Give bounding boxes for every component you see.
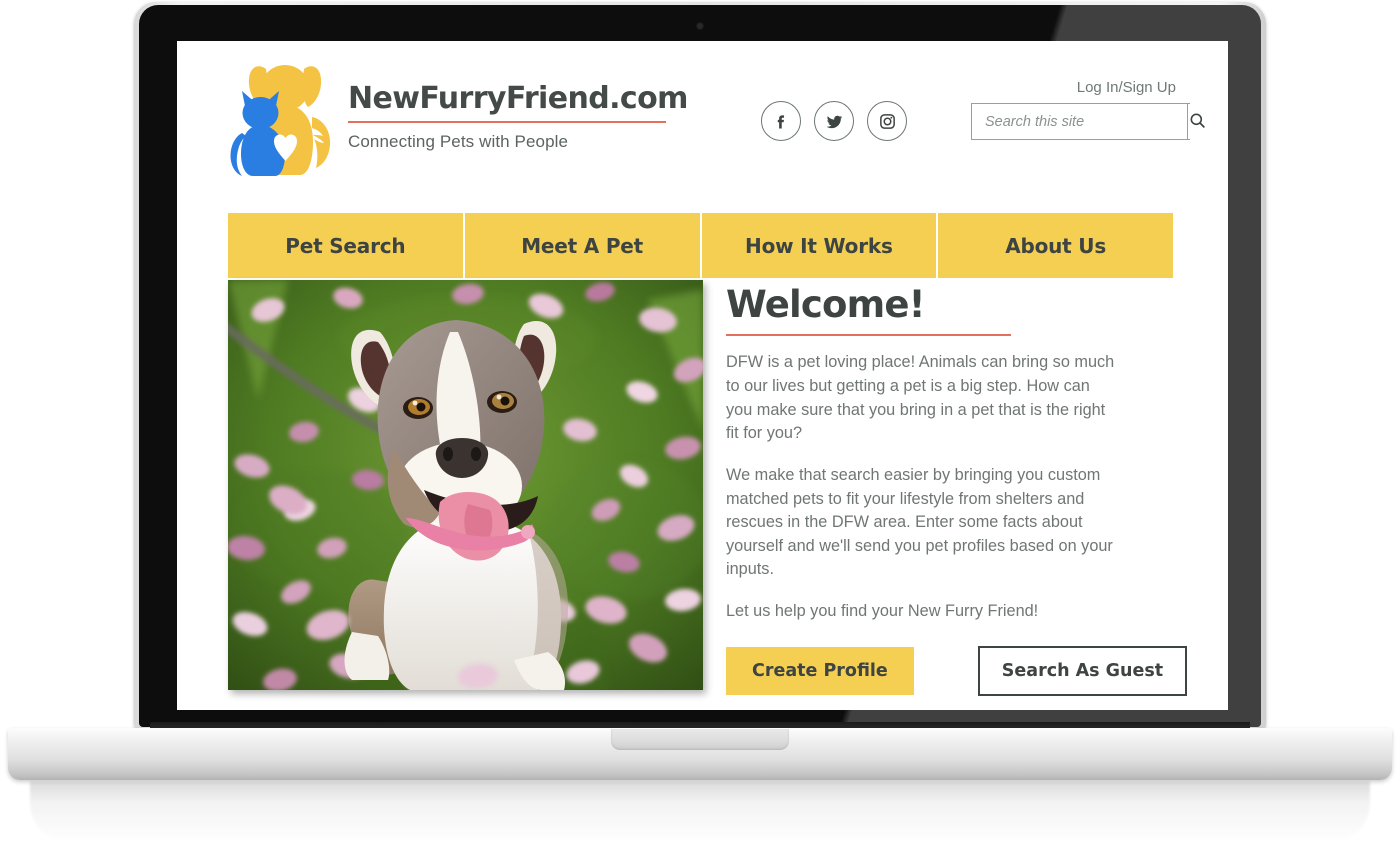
website-page: NewFurryFriend.com Connecting Pets with … bbox=[177, 41, 1228, 710]
hero-paragraph-3: Let us help you find your New Furry Frie… bbox=[726, 602, 1039, 621]
search-input[interactable] bbox=[972, 104, 1187, 139]
search-submit-button[interactable] bbox=[1187, 104, 1207, 139]
logo-underline bbox=[348, 120, 666, 123]
laptop-reflection bbox=[30, 781, 1370, 843]
nav-item-pet-search[interactable]: Pet Search bbox=[228, 213, 465, 278]
header-utilities: Log In/Sign Up bbox=[758, 41, 1228, 201]
hero-dog-photo bbox=[228, 280, 703, 690]
nav-item-how-it-works[interactable]: How It Works bbox=[701, 213, 939, 278]
hero-paragraph-1: DFW is a pet loving place! Animals can b… bbox=[726, 353, 1115, 443]
site-tagline: Connecting Pets with People bbox=[348, 131, 569, 151]
nav-item-about-us[interactable]: About Us bbox=[938, 213, 1173, 278]
cat-dog-heart-logo-icon bbox=[228, 55, 336, 180]
laptop-base-notch bbox=[611, 729, 789, 750]
hero-copy: Welcome! DFW is a pet loving place! Anim… bbox=[726, 280, 1188, 696]
instagram-icon[interactable] bbox=[867, 101, 907, 141]
hero-actions: Create Profile Search As Guest bbox=[726, 645, 1188, 696]
site-search bbox=[971, 103, 1207, 140]
create-profile-button[interactable]: Create Profile bbox=[726, 646, 914, 695]
hero-section: Welcome! DFW is a pet loving place! Anim… bbox=[228, 280, 1188, 696]
page-title: Welcome! bbox=[726, 283, 926, 326]
webcam-icon bbox=[696, 22, 704, 30]
main-navigation: Pet Search Meet A Pet How It Works About… bbox=[228, 213, 1173, 278]
site-title: NewFurryFriend.com bbox=[348, 81, 688, 116]
hero-paragraph-2: We make that search easier by bringing y… bbox=[726, 465, 1113, 579]
search-icon bbox=[1188, 111, 1207, 133]
search-as-guest-button[interactable]: Search As Guest bbox=[977, 645, 1188, 696]
title-underline bbox=[726, 333, 1011, 337]
laptop-mockup: NewFurryFriend.com Connecting Pets with … bbox=[0, 0, 1400, 847]
login-signup-link[interactable]: Log In/Sign Up bbox=[1077, 79, 1176, 96]
site-logo[interactable]: NewFurryFriend.com Connecting Pets with … bbox=[228, 55, 688, 180]
nav-item-meet-a-pet[interactable]: Meet A Pet bbox=[464, 213, 702, 278]
social-links bbox=[761, 101, 907, 141]
facebook-icon[interactable] bbox=[761, 101, 801, 141]
browser-screen: NewFurryFriend.com Connecting Pets with … bbox=[177, 41, 1228, 710]
site-header: NewFurryFriend.com Connecting Pets with … bbox=[177, 41, 1228, 213]
twitter-icon[interactable] bbox=[814, 101, 854, 141]
